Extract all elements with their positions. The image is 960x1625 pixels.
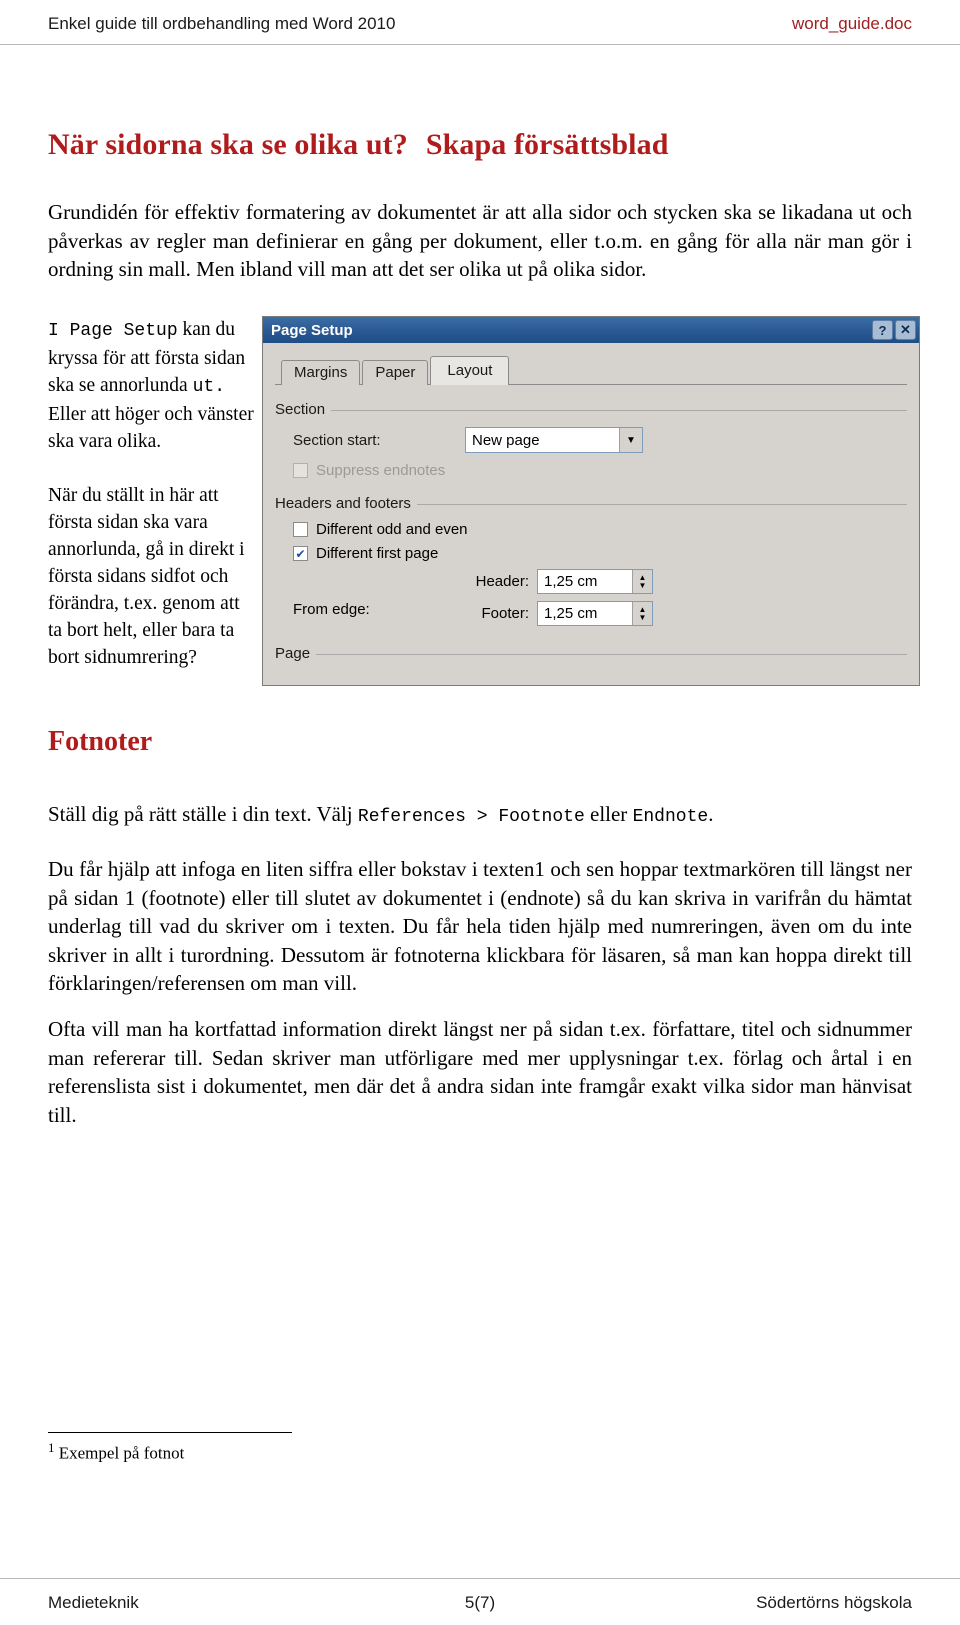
page-title-part2: Skapa försättsblad: [425, 128, 669, 161]
section-group-content: Section start: New page ▼ Suppress endno…: [275, 427, 907, 479]
tab-layout[interactable]: Layout: [430, 356, 510, 385]
page-setup-dialog: Page Setup ? ✕ Margins Paper Layout Sect…: [262, 316, 920, 686]
document-header: Enkel guide till ordbehandling med Word …: [48, 14, 912, 34]
from-edge-label: From edge:: [293, 601, 370, 618]
suppress-endnotes-row[interactable]: Suppress endnotes: [293, 462, 907, 479]
header-distance-input[interactable]: 1,25 cm ▲ ▼: [537, 569, 653, 594]
headers-group-content: Different odd and even ✔ Different first…: [275, 521, 907, 633]
header-spin-row: Header: 1,25 cm ▲ ▼: [423, 569, 653, 594]
fotnoter-heading: Fotnoter: [48, 726, 153, 757]
different-odd-even-row[interactable]: Different odd and even: [293, 521, 907, 538]
footer-spin-row: Footer: 1,25 cm ▲ ▼: [423, 601, 653, 626]
footer-right-text: Södertörns högskola: [756, 1593, 912, 1612]
help-icon[interactable]: ?: [872, 320, 893, 340]
spinner-icon[interactable]: ▲ ▼: [632, 602, 652, 625]
left-col-block1: I Page Setup kan du kryssa för att först…: [48, 316, 256, 455]
fotnoter-paragraph-1: Ställ dig på rätt ställe i din text. Väl…: [48, 800, 912, 832]
intro-paragraph: Grundidén för effektiv formatering av do…: [48, 200, 912, 281]
page-title-part1: När sidorna ska se olika ut?: [48, 128, 408, 161]
left-col-gap: [48, 455, 256, 482]
fotnoter-paragraph-2: Du får hjälp att infoga en liten siffra …: [48, 857, 912, 995]
page-title: När sidorna ska se olika ut? Skapa försät…: [48, 128, 912, 162]
left-col-block2: När du ställt in här att första sidan sk…: [48, 485, 245, 668]
dialog-window-buttons: ? ✕: [872, 320, 916, 340]
dialog-title: Page Setup: [271, 321, 353, 339]
footer-field-label: Footer:: [481, 605, 529, 622]
section-start-row: Section start: New page ▼: [293, 427, 907, 453]
different-first-page-checkbox[interactable]: ✔: [293, 546, 308, 561]
footer-divider: [0, 1578, 960, 1579]
dialog-body: Margins Paper Layout Section Section sta…: [263, 343, 919, 673]
footer-page-number: 5(7): [464, 1593, 496, 1612]
footnote-separator: [48, 1432, 292, 1433]
footnote-entry: 1 Exempel på fotnot: [48, 1440, 184, 1464]
left-col-code-page-setup: I Page Setup: [48, 321, 178, 341]
page-group-label: Page: [275, 645, 317, 662]
header-field-label: Header:: [475, 573, 529, 590]
fotnoter-paragraph-3: Ofta vill man ha kortfattad information …: [48, 1017, 912, 1127]
tab-paper[interactable]: Paper: [362, 360, 429, 385]
page-group-rule: [275, 654, 907, 655]
left-col-code-ut: ut.: [192, 377, 225, 397]
tab-margins[interactable]: Margins: [281, 360, 361, 385]
section-start-value: New page: [472, 431, 540, 449]
headers-footers-group: Headers and footers Different odd and ev…: [275, 495, 907, 633]
footer-left-text: Medieteknik: [48, 1593, 139, 1612]
close-icon[interactable]: ✕: [895, 320, 916, 340]
fotnoter-p1-a: Ställ dig på rätt ställe i din text. Väl…: [48, 802, 358, 826]
footer-distance-input[interactable]: 1,25 cm ▲ ▼: [537, 601, 653, 626]
header-distance-value: 1,25 cm: [544, 573, 598, 590]
header-left-text: Enkel guide till ordbehandling med Word …: [48, 14, 396, 33]
headers-group-label: Headers and footers: [275, 495, 417, 512]
chevron-down-icon[interactable]: ▼: [619, 428, 642, 452]
header-divider: [0, 44, 960, 45]
section-group-rule: [275, 410, 907, 411]
dialog-tabs: Margins Paper Layout: [275, 356, 907, 385]
suppress-endnotes-label: Suppress endnotes: [316, 462, 446, 479]
page-group: Page: [275, 645, 907, 663]
dialog-titlebar: Page Setup ? ✕: [263, 317, 919, 343]
section-group: Section Section start: New page ▼ Suppre…: [275, 401, 907, 479]
fotnoter-p1-b: eller: [584, 802, 633, 826]
different-first-page-label: Different first page: [316, 545, 439, 562]
different-first-page-row[interactable]: ✔ Different first page: [293, 545, 907, 562]
header-right-filename: word_guide.doc: [791, 14, 912, 33]
suppress-endnotes-checkbox[interactable]: [293, 463, 308, 478]
spinner-icon[interactable]: ▲ ▼: [632, 570, 652, 593]
section-start-label: Section start:: [293, 431, 381, 449]
section-start-combobox[interactable]: New page ▼: [465, 427, 643, 453]
footer-distance-value: 1,25 cm: [544, 605, 598, 622]
left-col-block1-tail: Eller att höger och vänster ska vara oli…: [48, 404, 254, 452]
document-page: Enkel guide till ordbehandling med Word …: [0, 0, 960, 1625]
fotnoter-p1-code1: References > Footnote: [357, 807, 585, 827]
document-footer: Medieteknik 5(7) Södertörns högskola: [48, 1593, 912, 1613]
from-edge-fields: Header: 1,25 cm ▲ ▼ Footer: 1,25 cm ▲ ▼: [423, 569, 653, 633]
fotnoter-p1-code2: Endnote: [632, 807, 709, 827]
section-group-label: Section: [275, 401, 332, 418]
left-column-text: I Page Setup kan du kryssa för att först…: [48, 316, 256, 671]
footnote-text: Exempel på fotnot: [58, 1443, 185, 1463]
fotnoter-p1-c: .: [708, 802, 714, 826]
different-odd-even-checkbox[interactable]: [293, 522, 308, 537]
footnote-marker: 1: [48, 1440, 55, 1455]
different-odd-even-label: Different odd and even: [316, 521, 468, 538]
from-edge-block: From edge: Header: 1,25 cm ▲ ▼ Footer: 1…: [293, 569, 907, 633]
